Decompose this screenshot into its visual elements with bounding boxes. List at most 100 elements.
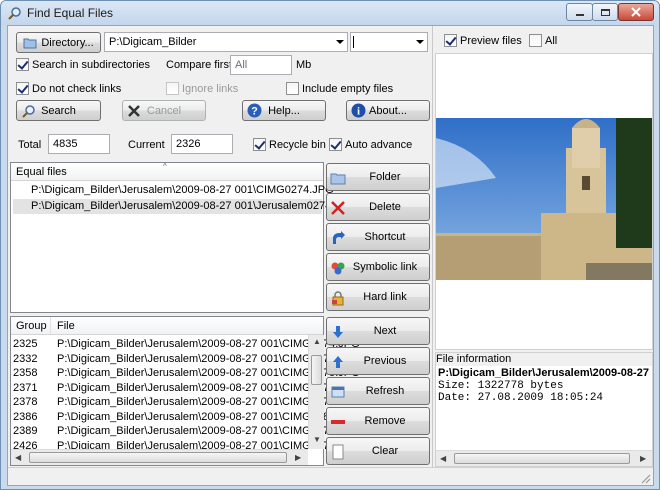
- scroll-right-icon[interactable]: ▶: [295, 453, 301, 462]
- main-client-area: Directory... P:\Digicam_Bilder Search in…: [7, 25, 654, 486]
- directory-combo[interactable]: P:\Digicam_Bilder: [104, 32, 348, 52]
- groups-horizontal-scrollbar[interactable]: ◀ ▶: [11, 449, 308, 465]
- title-bar: Find Equal Files: [1, 1, 659, 25]
- preview-files-checkbox[interactable]: Preview files: [444, 34, 522, 47]
- checkbox-box: [253, 138, 266, 151]
- close-icon: [631, 7, 641, 17]
- checkbox-box: [529, 34, 542, 47]
- auto-advance-label: Auto advance: [345, 138, 413, 151]
- equal-file-row[interactable]: P:\Digicam_Bilder\Jerusalem\2009-08-27 0…: [13, 183, 334, 198]
- recycle-bin-label: Recycle bin: [269, 138, 326, 151]
- help-button-label: Help...: [268, 104, 300, 117]
- group-id: 2332: [13, 352, 38, 365]
- minimize-button[interactable]: [566, 3, 593, 21]
- scroll-thumb[interactable]: [311, 355, 322, 385]
- scroll-down-icon[interactable]: ▼: [313, 435, 321, 444]
- all-label: All: [545, 34, 558, 47]
- scroll-left-icon[interactable]: ◀: [440, 454, 446, 463]
- search-subdirectories-checkbox[interactable]: Search in subdirectories: [16, 58, 150, 71]
- remove-button[interactable]: Remove: [326, 407, 430, 435]
- close-button[interactable]: [618, 3, 654, 21]
- arrow-up-icon: [333, 356, 343, 368]
- remove-minus-icon: [331, 420, 345, 424]
- previous-button[interactable]: Previous: [326, 347, 430, 375]
- folder-button[interactable]: Folder: [326, 163, 430, 191]
- ignore-links-label: Ignore links: [182, 82, 239, 95]
- maximize-button[interactable]: [592, 3, 618, 21]
- folder-icon: [23, 38, 37, 48]
- search-subdirectories-label: Search in subdirectories: [32, 58, 151, 71]
- col-group-header[interactable]: Group: [16, 320, 47, 332]
- chevron-down-icon: [336, 40, 344, 44]
- info-icon: i: [351, 103, 366, 118]
- directory-value: P:\Digicam_Bilder: [109, 36, 197, 48]
- checkbox-box: [16, 82, 29, 95]
- file-info-header: File information: [436, 353, 652, 366]
- group-id: 2386: [13, 410, 38, 423]
- directory-button-label: Directory...: [41, 36, 94, 49]
- scroll-thumb[interactable]: [29, 452, 287, 463]
- groups-vertical-scrollbar[interactable]: ▲ ▼: [308, 335, 324, 449]
- svg-text:?: ?: [251, 106, 258, 118]
- all-checkbox[interactable]: All: [529, 34, 557, 47]
- preview-photo: [436, 118, 652, 280]
- auto-advance-checkbox[interactable]: Auto advance: [329, 138, 412, 151]
- recycle-bin-checkbox[interactable]: Recycle bin: [253, 138, 326, 151]
- cancel-button-label: Cancel: [146, 104, 182, 117]
- help-button[interactable]: ? Help...: [242, 100, 326, 121]
- scroll-up-icon[interactable]: ▲: [313, 337, 321, 346]
- refresh-button[interactable]: Refresh: [326, 377, 430, 405]
- resize-grip-icon[interactable]: [639, 472, 651, 484]
- help-icon: ?: [247, 103, 262, 118]
- preview-files-label: Preview files: [460, 34, 522, 47]
- include-empty-files-checkbox[interactable]: Include empty files: [286, 82, 393, 95]
- search-button[interactable]: Search: [16, 100, 101, 121]
- compare-first-input[interactable]: All: [230, 55, 292, 75]
- shortcut-arrow-icon: [333, 231, 345, 244]
- group-id: 2389: [13, 425, 38, 437]
- filter-combo[interactable]: [350, 32, 428, 52]
- scroll-left-icon[interactable]: ◀: [15, 453, 21, 462]
- file-info-horizontal-scrollbar[interactable]: ◀ ▶: [436, 450, 652, 466]
- next-button[interactable]: Next: [326, 317, 430, 345]
- shortcut-button[interactable]: Shortcut: [326, 223, 430, 251]
- do-not-check-links-label: Do not check links: [32, 82, 122, 95]
- file-info-size: Size: 1322778 bytes: [438, 380, 564, 392]
- equal-file-path: P:\Digicam_Bilder\Jerusalem\2009-08-27 0…: [31, 184, 334, 196]
- col-file-header[interactable]: File: [57, 320, 75, 332]
- ignore-links-checkbox[interactable]: Ignore links: [166, 82, 238, 95]
- hard-link-button[interactable]: Hard link: [326, 283, 430, 311]
- current-value: 2326: [171, 134, 233, 154]
- equal-files-header-label: Equal files: [16, 166, 67, 178]
- clear-button[interactable]: Clear: [326, 437, 430, 465]
- column-divider[interactable]: [50, 317, 51, 334]
- sort-up-icon: ^: [163, 162, 167, 171]
- delete-button[interactable]: Delete: [326, 193, 430, 221]
- chevron-down-icon: [416, 40, 424, 44]
- groups-header: Group File: [11, 317, 323, 335]
- equal-files-list[interactable]: Equal files ^ P:\Digicam_Bilder\Jerusale…: [10, 162, 356, 313]
- group-id: 2325: [13, 338, 38, 350]
- directory-button[interactable]: Directory...: [16, 32, 101, 53]
- status-bar: [8, 467, 653, 485]
- splitter[interactable]: [432, 26, 433, 467]
- svg-text:i: i: [357, 106, 360, 118]
- total-label: Total: [18, 139, 42, 151]
- search-button-label: Search: [41, 104, 76, 117]
- equal-files-header[interactable]: Equal files ^: [11, 162, 323, 181]
- equal-file-row-selected[interactable]: P:\Digicam_Bilder\Jerusalem\2009-08-27 0…: [13, 199, 356, 214]
- checkbox-box: [286, 82, 299, 95]
- arrow-down-icon: [333, 326, 343, 338]
- symbolic-link-icon: [331, 262, 345, 275]
- scroll-right-icon[interactable]: ▶: [640, 454, 646, 463]
- minimize-icon: [575, 14, 584, 16]
- cancel-button[interactable]: Cancel: [122, 100, 206, 121]
- symbolic-link-button[interactable]: Symbolic link: [326, 253, 430, 281]
- magnifier-icon: [8, 7, 21, 20]
- do-not-check-links-checkbox[interactable]: Do not check links: [16, 82, 121, 95]
- scroll-thumb[interactable]: [454, 453, 630, 464]
- blank-page-icon: [332, 444, 344, 460]
- red-x-icon: [331, 201, 345, 215]
- groups-list[interactable]: Group File 2325 P:\Digicam_Bilder\Jerusal…: [10, 316, 360, 466]
- about-button[interactable]: i About...: [346, 100, 430, 121]
